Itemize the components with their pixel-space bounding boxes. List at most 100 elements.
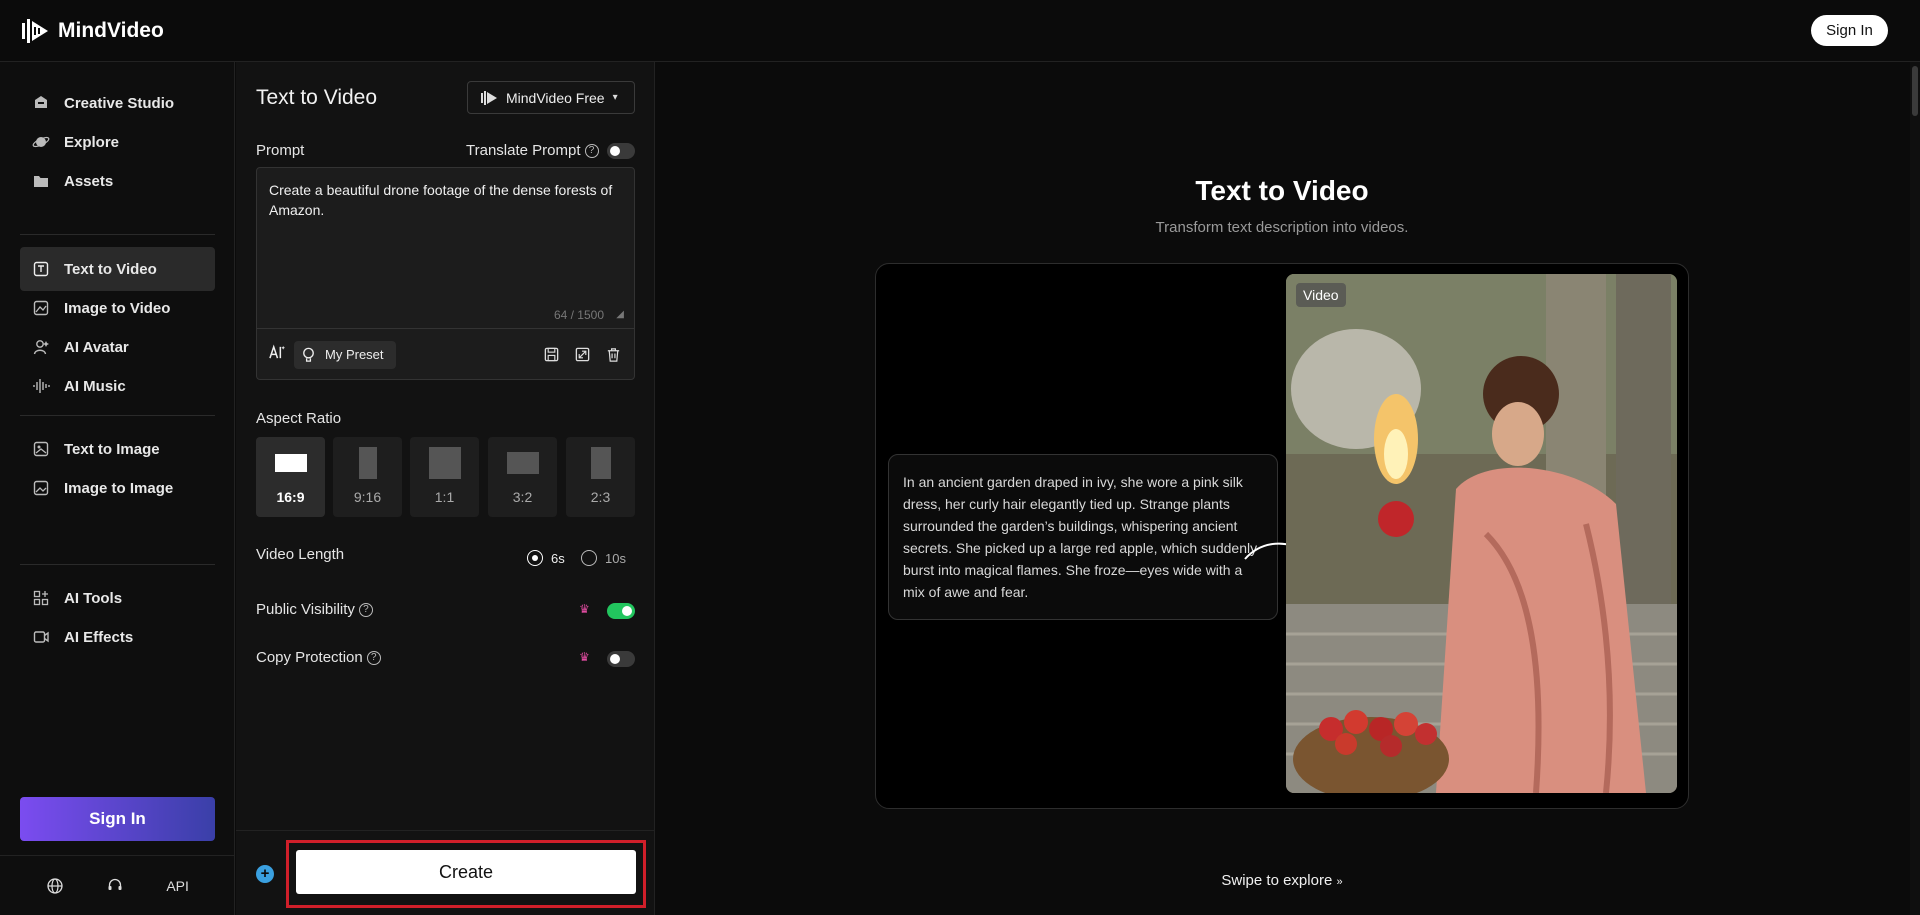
lightbulb-icon bbox=[303, 347, 314, 362]
expand-icon[interactable] bbox=[574, 346, 591, 363]
double-chevron-down-icon: » bbox=[1336, 876, 1343, 888]
ratio-shape-icon bbox=[428, 447, 461, 479]
prompt-field[interactable]: Create a beautiful drone footage of the … bbox=[256, 167, 635, 380]
video-length-10s-radio[interactable]: 10s bbox=[581, 550, 626, 566]
video-length-option: 10s bbox=[605, 550, 626, 566]
help-icon[interactable]: ? bbox=[366, 651, 381, 666]
public-visibility-toggle[interactable] bbox=[607, 603, 635, 619]
sidebar-item-image-to-image[interactable]: Image to Image bbox=[20, 466, 215, 510]
video-length-option: 6s bbox=[551, 550, 565, 566]
logo[interactable]: MindVideo bbox=[20, 17, 164, 45]
help-icon[interactable]: ? bbox=[358, 603, 373, 618]
prompt-toolbar: My Preset bbox=[257, 328, 634, 380]
sidebar-item-ai-music[interactable]: AI Music bbox=[20, 364, 215, 408]
sidebar-item-label: AI Avatar bbox=[64, 338, 129, 356]
swipe-to-explore[interactable]: Swipe to explore » bbox=[656, 872, 1908, 889]
sidebar-item-ai-avatar[interactable]: AI Avatar bbox=[20, 325, 215, 369]
translate-prompt-toggle[interactable] bbox=[607, 143, 635, 159]
prompt-actions bbox=[543, 346, 622, 363]
sidebar-item-image-to-video[interactable]: Image to Video bbox=[20, 286, 215, 330]
studio-icon bbox=[35, 96, 47, 108]
example-video-preview[interactable]: Video bbox=[1286, 274, 1677, 793]
crown-icon: ♛ bbox=[579, 650, 590, 664]
text-video-icon bbox=[33, 261, 49, 277]
ai-enhance-icon[interactable] bbox=[269, 343, 286, 366]
translate-prompt-label: Translate Prompt? bbox=[466, 142, 599, 159]
main-scrollbar[interactable] bbox=[1910, 62, 1920, 915]
sidebar-item-label: Creative Studio bbox=[64, 94, 175, 112]
chevron-down-icon: ▾ bbox=[612, 92, 618, 103]
sidebar-divider bbox=[20, 234, 215, 235]
generation-panel: Text to Video MindVideo Free ▾ Prompt Tr… bbox=[236, 62, 655, 915]
text-image-icon bbox=[33, 441, 49, 457]
video-length-6s-radio[interactable]: 6s bbox=[527, 550, 565, 566]
sidebar: Creative Studio Explore Assets Text to V… bbox=[0, 62, 235, 915]
aspect-ratio-16-9[interactable]: 16:9 bbox=[256, 437, 325, 517]
sidebar-item-label: Explore bbox=[64, 133, 120, 151]
sidebar-item-explore[interactable]: Explore bbox=[20, 120, 215, 164]
model-logo-icon bbox=[481, 90, 497, 105]
sidebar-item-label: AI Music bbox=[64, 377, 126, 395]
page-title: Text to Video bbox=[1195, 175, 1369, 206]
top-bar: MindVideo Sign In bbox=[0, 0, 1920, 62]
sidebar-item-text-to-image[interactable]: Text to Image bbox=[20, 427, 215, 471]
sidebar-item-label: AI Effects bbox=[64, 628, 134, 646]
support-icon[interactable] bbox=[106, 877, 124, 895]
crown-icon: ♛ bbox=[579, 602, 590, 616]
public-visibility-text: Public Visibility bbox=[256, 601, 355, 618]
aspect-ratio-3-2[interactable]: 3:2 bbox=[488, 437, 557, 517]
help-icon[interactable]: ? bbox=[584, 144, 599, 159]
sidebar-item-label: Image to Image bbox=[64, 479, 174, 497]
video-tag-badge: Video bbox=[1296, 283, 1346, 307]
ratio-shape-icon bbox=[358, 447, 377, 479]
sidebar-item-label: Text to Image bbox=[64, 440, 160, 458]
ratio-shape-icon bbox=[506, 452, 539, 474]
mindvideo-logo-icon bbox=[22, 18, 48, 43]
sidebar-item-label: AI Tools bbox=[64, 589, 123, 607]
aspect-ratio-label: Aspect Ratio bbox=[256, 410, 342, 427]
my-preset-label: My Preset bbox=[325, 347, 384, 362]
ratio-shape-icon bbox=[590, 447, 611, 479]
radio-selected-icon bbox=[527, 550, 543, 566]
example-video-image bbox=[1286, 274, 1677, 793]
prompt-input[interactable]: Create a beautiful drone footage of the … bbox=[269, 180, 624, 220]
my-preset-button[interactable]: My Preset bbox=[294, 340, 396, 369]
model-select-value: MindVideo Free bbox=[506, 89, 605, 106]
globe-icon[interactable] bbox=[46, 877, 64, 895]
aspect-ratio-1-1[interactable]: 1:1 bbox=[410, 437, 479, 517]
tools-icon bbox=[33, 590, 49, 606]
main-content: Text to Video Transform text description… bbox=[656, 62, 1920, 915]
aspect-ratio-label-text: 1:1 bbox=[434, 489, 455, 505]
image-image-icon bbox=[33, 480, 49, 496]
api-link[interactable]: API bbox=[166, 878, 189, 894]
sidebar-item-ai-effects[interactable]: AI Effects bbox=[20, 615, 215, 659]
add-credits-icon[interactable]: + bbox=[256, 865, 274, 883]
video-length-label: Video Length bbox=[256, 546, 345, 563]
model-select[interactable]: MindVideo Free ▾ bbox=[467, 81, 635, 114]
sidebar-item-text-to-video[interactable]: Text to Video bbox=[20, 247, 215, 291]
top-sign-in-button[interactable]: Sign In bbox=[1811, 15, 1888, 46]
sidebar-item-ai-tools[interactable]: AI Tools bbox=[20, 576, 215, 620]
aspect-ratio-label-text: 9:16 bbox=[353, 489, 382, 505]
example-prompt-card: In an ancient garden draped in ivy, she … bbox=[888, 454, 1278, 620]
aspect-ratio-9-16[interactable]: 9:16 bbox=[333, 437, 402, 517]
prompt-label: Prompt bbox=[256, 142, 305, 159]
sidebar-item-assets[interactable]: Assets bbox=[20, 159, 215, 203]
sidebar-item-creative-studio[interactable]: Creative Studio bbox=[20, 81, 215, 125]
image-video-icon bbox=[33, 300, 49, 316]
panel-title: Text to Video bbox=[256, 86, 378, 109]
trash-icon[interactable] bbox=[605, 346, 622, 363]
sidebar-item-label: Assets bbox=[64, 172, 114, 190]
sidebar-sign-in-button[interactable]: Sign In bbox=[20, 797, 215, 841]
create-button[interactable]: Create bbox=[296, 850, 636, 894]
sidebar-divider bbox=[20, 564, 215, 565]
page-subtitle: Transform text description into videos. bbox=[1155, 219, 1409, 236]
save-icon[interactable] bbox=[543, 346, 560, 363]
aspect-ratio-label-text: 3:2 bbox=[512, 489, 533, 505]
panel-footer: + Create bbox=[236, 830, 655, 915]
planet-icon bbox=[32, 136, 50, 148]
resize-handle-icon[interactable]: ◢ bbox=[616, 309, 624, 320]
aspect-ratio-2-3[interactable]: 2:3 bbox=[566, 437, 635, 517]
prompt-char-count: 64 / 1500 bbox=[553, 308, 604, 322]
copy-protection-toggle[interactable] bbox=[607, 651, 635, 667]
